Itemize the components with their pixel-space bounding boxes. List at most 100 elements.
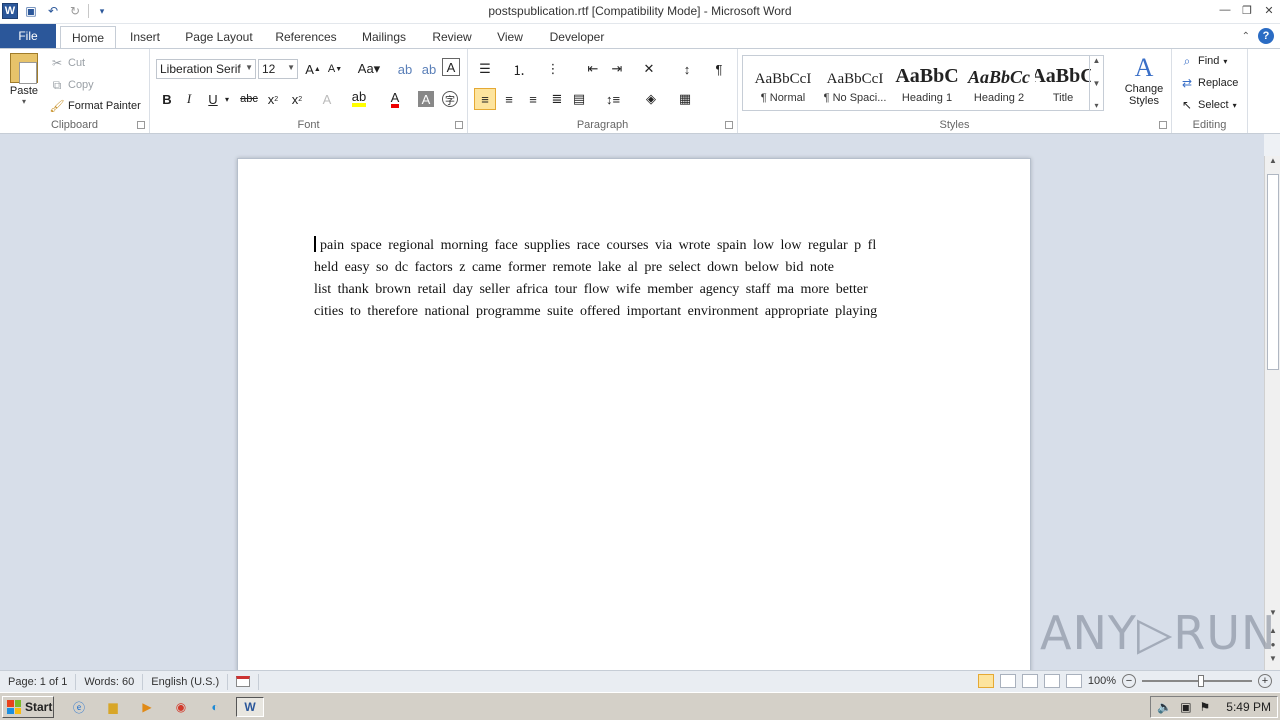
distributed-icon[interactable]: ▤ <box>568 88 590 110</box>
style-heading-2[interactable]: AaBbCc Heading 2 <box>963 58 1035 110</box>
flag-icon[interactable]: ⚑ <box>1200 700 1211 714</box>
copy-button[interactable]: ⧉ Copy <box>50 75 94 95</box>
font-size-combo[interactable]: 12 ▼ <box>258 59 298 79</box>
style-no-spacing[interactable]: AaBbCcI ¶ No Spaci... <box>819 58 891 110</box>
change-styles-button[interactable]: A Change Styles <box>1120 53 1168 107</box>
tab-references[interactable]: References <box>268 26 344 48</box>
vertical-scrollbar[interactable]: ▲ ▼ ▲ ● ▼ <box>1264 156 1280 670</box>
superscript-icon[interactable]: x2 <box>286 88 308 110</box>
chevron-down-icon[interactable]: ▼ <box>1093 79 1101 88</box>
bold-icon[interactable]: B <box>156 88 178 110</box>
more-styles-icon[interactable]: ▾ <box>1094 101 1098 110</box>
shading-icon[interactable]: ◈ <box>640 88 662 110</box>
cut-button[interactable]: ✂ Cut <box>50 53 85 73</box>
paste-dropdown-icon[interactable]: ▾ <box>22 97 26 106</box>
line-spacing-icon[interactable]: ↕≡ <box>602 88 624 110</box>
word-taskbar-icon[interactable]: W <box>236 697 264 717</box>
text-effects-icon[interactable]: A <box>316 88 338 110</box>
clock[interactable]: 5:49 PM <box>1226 700 1271 714</box>
print-layout-icon[interactable] <box>977 674 994 688</box>
character-border-icon[interactable]: A <box>442 58 460 76</box>
justify-icon[interactable]: ≣ <box>546 88 568 110</box>
zoom-level[interactable]: 100% <box>1088 675 1116 687</box>
outline-icon[interactable] <box>1043 674 1060 688</box>
tab-developer[interactable]: Developer <box>540 26 614 48</box>
internet-explorer-icon[interactable]: ⓔ <box>68 697 90 717</box>
scroll-thumb[interactable] <box>1267 174 1279 370</box>
show-formatting-marks-icon[interactable]: ¶ <box>708 58 730 80</box>
format-painter-button[interactable]: 🖌 Format Painter <box>49 96 140 116</box>
decrease-indent-icon[interactable]: ⇤ <box>582 58 604 80</box>
tab-view[interactable]: View <box>488 26 532 48</box>
track-changes-icon[interactable] <box>228 673 260 690</box>
numbering-icon[interactable]: ⒈ <box>508 58 530 80</box>
style-normal[interactable]: AaBbCcI ¶ Normal <box>747 58 819 110</box>
tab-review[interactable]: Review <box>424 26 480 48</box>
strikethrough-icon[interactable]: abc <box>238 88 260 110</box>
shrink-font-icon[interactable]: A ▼ <box>324 58 346 80</box>
zoom-slider[interactable] <box>1142 675 1252 687</box>
draft-icon[interactable] <box>1065 674 1082 688</box>
restore-icon[interactable]: ❐ <box>1240 2 1254 18</box>
underline-icon[interactable]: U <box>202 88 224 110</box>
zoom-out-icon[interactable]: − <box>1122 674 1136 688</box>
scroll-up-icon[interactable]: ▲ <box>1265 156 1280 170</box>
find-button[interactable]: ⌕ Find ▾ <box>1180 51 1228 71</box>
network-icon[interactable]: ▣ <box>1180 700 1191 714</box>
word-count[interactable]: Words: 60 <box>76 673 144 690</box>
italic-icon[interactable]: I <box>178 88 200 110</box>
font-name-combo[interactable]: Liberation Serif ▼ <box>156 59 256 79</box>
styles-scroll[interactable]: ▲ ▼ ▾ <box>1089 56 1103 110</box>
language-indicator[interactable]: English (U.S.) <box>143 673 229 690</box>
align-right-icon[interactable]: ≡ <box>522 88 544 110</box>
subscript-icon[interactable]: x2 <box>262 88 284 110</box>
character-shading-icon[interactable]: A <box>418 91 434 107</box>
close-icon[interactable]: ✕ <box>1262 2 1276 18</box>
multilevel-list-icon[interactable]: ⋮ <box>542 58 564 80</box>
minimize-ribbon-icon[interactable]: ⌃ <box>1242 31 1250 42</box>
minimize-icon[interactable]: — <box>1218 2 1232 18</box>
font-launcher-icon[interactable] <box>455 121 463 129</box>
styles-launcher-icon[interactable] <box>1159 121 1167 129</box>
ruler-toggle-icon[interactable] <box>1264 134 1280 156</box>
edge-icon[interactable]: ◐ <box>204 697 226 717</box>
sort-icon[interactable]: ↕ <box>676 58 698 80</box>
tab-home[interactable]: Home <box>60 26 116 48</box>
zoom-in-icon[interactable]: + <box>1258 674 1272 688</box>
clear-formatting-icon[interactable]: ab <box>394 58 416 80</box>
paste-button[interactable]: Paste ▾ <box>6 53 42 111</box>
start-button[interactable]: Start <box>2 696 54 718</box>
tab-page-layout[interactable]: Page Layout <box>178 26 260 48</box>
replace-button[interactable]: ⇄ Replace <box>1180 73 1238 93</box>
bullets-icon[interactable]: ☰ <box>474 58 496 80</box>
media-player-icon[interactable]: ▶ <box>136 697 158 717</box>
document-page[interactable]: pain space regional morning face supplie… <box>237 158 1031 670</box>
style-heading-1[interactable]: AaBbC Heading 1 <box>891 58 963 110</box>
enclose-characters-icon[interactable]: 字 <box>442 91 458 107</box>
tab-file[interactable]: File <box>0 24 56 48</box>
asian-layout-icon[interactable]: ✕ <box>638 58 660 80</box>
increase-indent-icon[interactable]: ⇥ <box>606 58 628 80</box>
clipboard-launcher-icon[interactable] <box>137 121 145 129</box>
full-screen-reading-icon[interactable] <box>999 674 1016 688</box>
folder-icon[interactable]: ▆ <box>102 697 124 717</box>
volume-icon[interactable]: 🔈 <box>1157 700 1172 714</box>
page-count[interactable]: Page: 1 of 1 <box>0 673 77 690</box>
font-color-icon[interactable]: A <box>384 88 406 110</box>
borders-icon[interactable]: ▦ <box>674 88 696 110</box>
select-button[interactable]: ↖ Select ▾ <box>1180 95 1237 115</box>
help-icon[interactable]: ? <box>1258 28 1274 44</box>
highlight-icon[interactable]: ab <box>348 88 370 110</box>
align-left-icon[interactable]: ≡ <box>474 88 496 110</box>
grow-font-icon[interactable]: A ▲ <box>302 58 324 80</box>
phonetic-guide-icon[interactable]: ab <box>418 58 440 80</box>
tab-insert[interactable]: Insert <box>120 26 170 48</box>
zoom-knob[interactable] <box>1198 675 1204 687</box>
web-layout-icon[interactable] <box>1021 674 1038 688</box>
document-body[interactable]: pain space regional morning face supplie… <box>314 235 954 323</box>
chevron-up-icon[interactable]: ▲ <box>1093 56 1101 65</box>
paragraph-launcher-icon[interactable] <box>725 121 733 129</box>
align-center-icon[interactable]: ≡ <box>498 88 520 110</box>
underline-dropdown-icon[interactable]: ▾ <box>222 88 232 110</box>
tab-mailings[interactable]: Mailings <box>352 26 416 48</box>
